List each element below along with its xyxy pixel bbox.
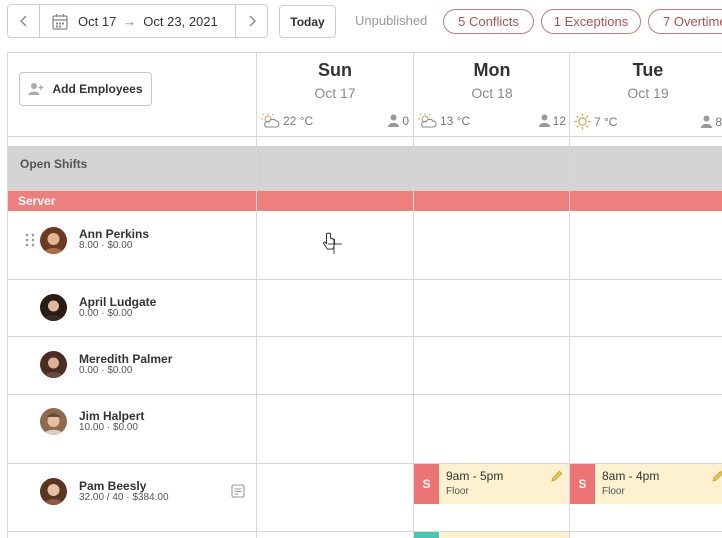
shift-time: 8am - 4pm — [602, 469, 660, 483]
toolbar: Oct 17 → Oct 23, 2021 Today Unpublished … — [0, 0, 722, 44]
partly-cloudy-icon — [261, 113, 280, 128]
avatar — [40, 294, 67, 321]
edit-pencil-icon[interactable] — [551, 470, 563, 482]
shift-time: 9am - 5pm — [446, 469, 504, 483]
temperature: 7 °C — [594, 114, 618, 129]
partly-cloudy-icon — [418, 113, 437, 128]
exceptions-pill[interactable]: 1 Exceptions — [541, 9, 641, 34]
employee-name[interactable]: Jim Halpert — [79, 409, 144, 423]
chevron-right-icon — [249, 15, 256, 27]
shift-card-partial[interactable] — [414, 532, 569, 538]
avatar — [40, 408, 67, 435]
count: 12 — [552, 113, 566, 128]
day-name: Sun — [318, 60, 352, 80]
arrow-right-icon: → — [123, 13, 137, 29]
count: 8 — [715, 114, 722, 129]
scheduled-count: 0 — [388, 114, 409, 128]
employee-row: Pam Beesly 32.00 / 40 · $384.00 — [8, 463, 256, 531]
divider — [8, 531, 722, 532]
overtime-pill[interactable]: 7 Overtime — [648, 9, 722, 34]
previous-week-button[interactable] — [8, 5, 40, 37]
shift-card[interactable]: S 9am - 5pm Floor — [414, 464, 569, 504]
chevron-left-icon — [19, 15, 26, 27]
shift-location: Floor — [446, 486, 469, 497]
next-week-button[interactable] — [235, 5, 267, 37]
employee-row: Ann Perkins 8.00 · $0.00 — [8, 211, 256, 279]
weather: 13 °C — [418, 113, 470, 128]
date-navigator: Oct 17 → Oct 23, 2021 — [7, 4, 268, 38]
employee-stats: 0.00 · $0.00 — [79, 365, 133, 376]
day-header-mon: Mon Oct 18 13 °C 12 — [414, 53, 570, 136]
add-employees-label: Add Employees — [52, 82, 143, 96]
employee-stats: 0.00 · $0.00 — [79, 308, 133, 319]
calendar-icon — [52, 13, 68, 30]
day-header-tue: Tue Oct 19 7 °C 8 — [570, 53, 722, 136]
weather: 7 °C — [574, 113, 617, 130]
employee-name[interactable]: Meredith Palmer — [79, 352, 172, 366]
employee-name[interactable]: April Ludgate — [79, 295, 156, 309]
drag-handle-icon[interactable] — [25, 233, 35, 247]
weather: 22 °C — [261, 113, 313, 128]
date-range-picker[interactable]: Oct 17 → Oct 23, 2021 — [40, 13, 218, 30]
add-user-icon — [28, 83, 44, 95]
open-shifts-row: Open Shifts — [8, 146, 722, 191]
hand-pointer-cursor-icon — [323, 232, 342, 254]
add-employees-button[interactable]: Add Employees — [19, 72, 152, 106]
publish-status: Unpublished — [355, 13, 428, 28]
shift-position-tag: S — [570, 464, 595, 504]
employee-name[interactable]: Pam Beesly — [79, 479, 146, 493]
notes-icon[interactable] — [231, 484, 245, 503]
person-icon — [701, 115, 713, 128]
end-date: Oct 23, 2021 — [143, 13, 218, 29]
day-date: Oct 19 — [627, 85, 669, 101]
shift-card[interactable]: S 8am - 4pm Floor — [570, 464, 722, 504]
employee-name[interactable]: Ann Perkins — [79, 227, 149, 241]
employee-stats: 32.00 / 40 · $384.00 — [79, 492, 169, 503]
today-button[interactable]: Today — [279, 5, 336, 38]
divider — [8, 136, 722, 137]
employee-stats: 10.00 · $0.00 — [79, 422, 138, 433]
shift-position-tag — [414, 532, 439, 538]
employee-stats: 8.00 · $0.00 — [79, 240, 133, 251]
avatar — [40, 478, 67, 505]
role-label: Server — [18, 194, 56, 208]
role-header-server: Server — [8, 191, 722, 211]
schedule-grid: Open Shifts Server Add Employees Sun Oct… — [7, 52, 722, 538]
employee-row: Jim Halpert 10.00 · $0.00 — [8, 394, 256, 463]
start-date: Oct 17 — [78, 13, 117, 29]
shift-location: Floor — [602, 486, 625, 497]
avatar — [40, 351, 67, 378]
day-date: Oct 17 — [314, 85, 356, 101]
sunny-icon — [574, 113, 591, 130]
open-shifts-label: Open Shifts — [20, 157, 88, 171]
person-icon — [538, 114, 550, 127]
employee-row: April Ludgate 0.00 · $0.00 — [8, 279, 256, 336]
shift-position-tag: S — [414, 464, 439, 504]
scheduled-count: 8 — [701, 115, 722, 129]
temperature: 13 °C — [440, 113, 471, 128]
employee-row: Meredith Palmer 0.00 · $0.00 — [8, 336, 256, 394]
person-icon — [388, 114, 400, 127]
day-header-sun: Sun Oct 17 22 °C 0 — [257, 53, 413, 136]
count: 0 — [402, 113, 409, 128]
avatar — [40, 227, 67, 254]
scheduled-count: 12 — [538, 113, 566, 128]
day-date: Oct 18 — [471, 85, 513, 101]
temperature: 22 °C — [283, 113, 314, 128]
day-name: Tue — [632, 60, 664, 80]
day-name: Mon — [473, 60, 511, 80]
edit-pencil-icon[interactable] — [712, 470, 722, 482]
conflicts-pill[interactable]: 5 Conflicts — [443, 9, 534, 34]
